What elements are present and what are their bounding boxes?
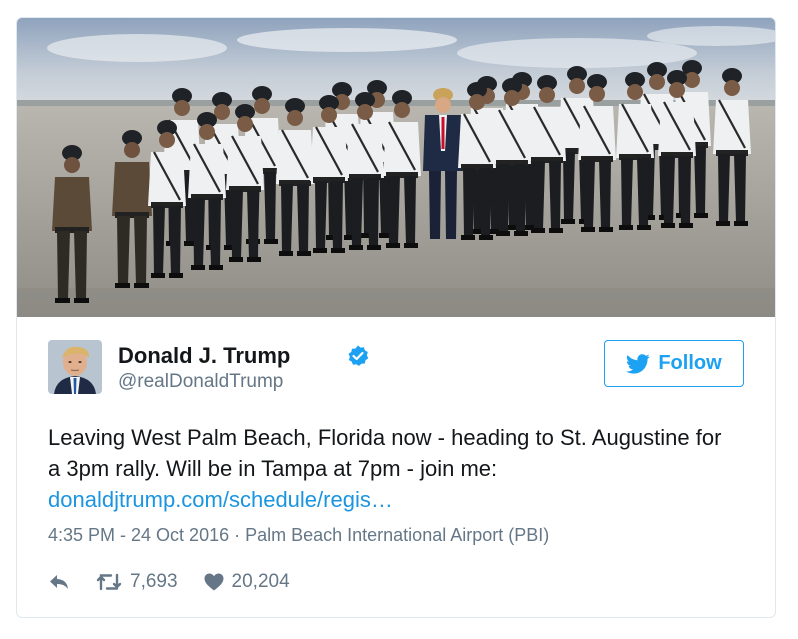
like-button[interactable]: 20,204 <box>204 571 290 593</box>
tweet-photo[interactable] <box>17 18 775 317</box>
like-count: 20,204 <box>231 571 290 592</box>
tweet-link[interactable]: donaldjtrump.com/schedule/regis… <box>48 487 393 512</box>
follow-button[interactable]: Follow <box>604 340 744 387</box>
author-name[interactable]: Donald J. Trump <box>118 343 290 369</box>
tweet-text: Leaving West Palm Beach, Florida now - h… <box>48 422 738 515</box>
reply-button[interactable] <box>48 573 70 591</box>
reply-icon <box>50 575 68 589</box>
tweet-actions: 7,693 20,204 <box>48 569 316 595</box>
tweet-card: Donald J. Trump @realDonaldTrump Follow … <box>16 17 776 618</box>
heart-icon <box>204 573 224 591</box>
retweet-button[interactable]: 7,693 <box>96 571 178 593</box>
retweet-icon <box>96 573 122 591</box>
verified-icon <box>348 345 369 366</box>
author-handle[interactable]: @realDonaldTrump <box>118 371 283 393</box>
tweet-header: Donald J. Trump @realDonaldTrump Follow <box>48 340 744 400</box>
avatar[interactable] <box>48 340 102 394</box>
follow-label: Follow <box>658 352 722 374</box>
retweet-count: 7,693 <box>130 571 178 592</box>
bird-icon <box>626 353 650 374</box>
tweet-body: Leaving West Palm Beach, Florida now - h… <box>48 425 722 481</box>
tweet-timestamp-location[interactable]: 4:35 PM - 24 Oct 2016 · Palm Beach Inter… <box>48 525 549 546</box>
